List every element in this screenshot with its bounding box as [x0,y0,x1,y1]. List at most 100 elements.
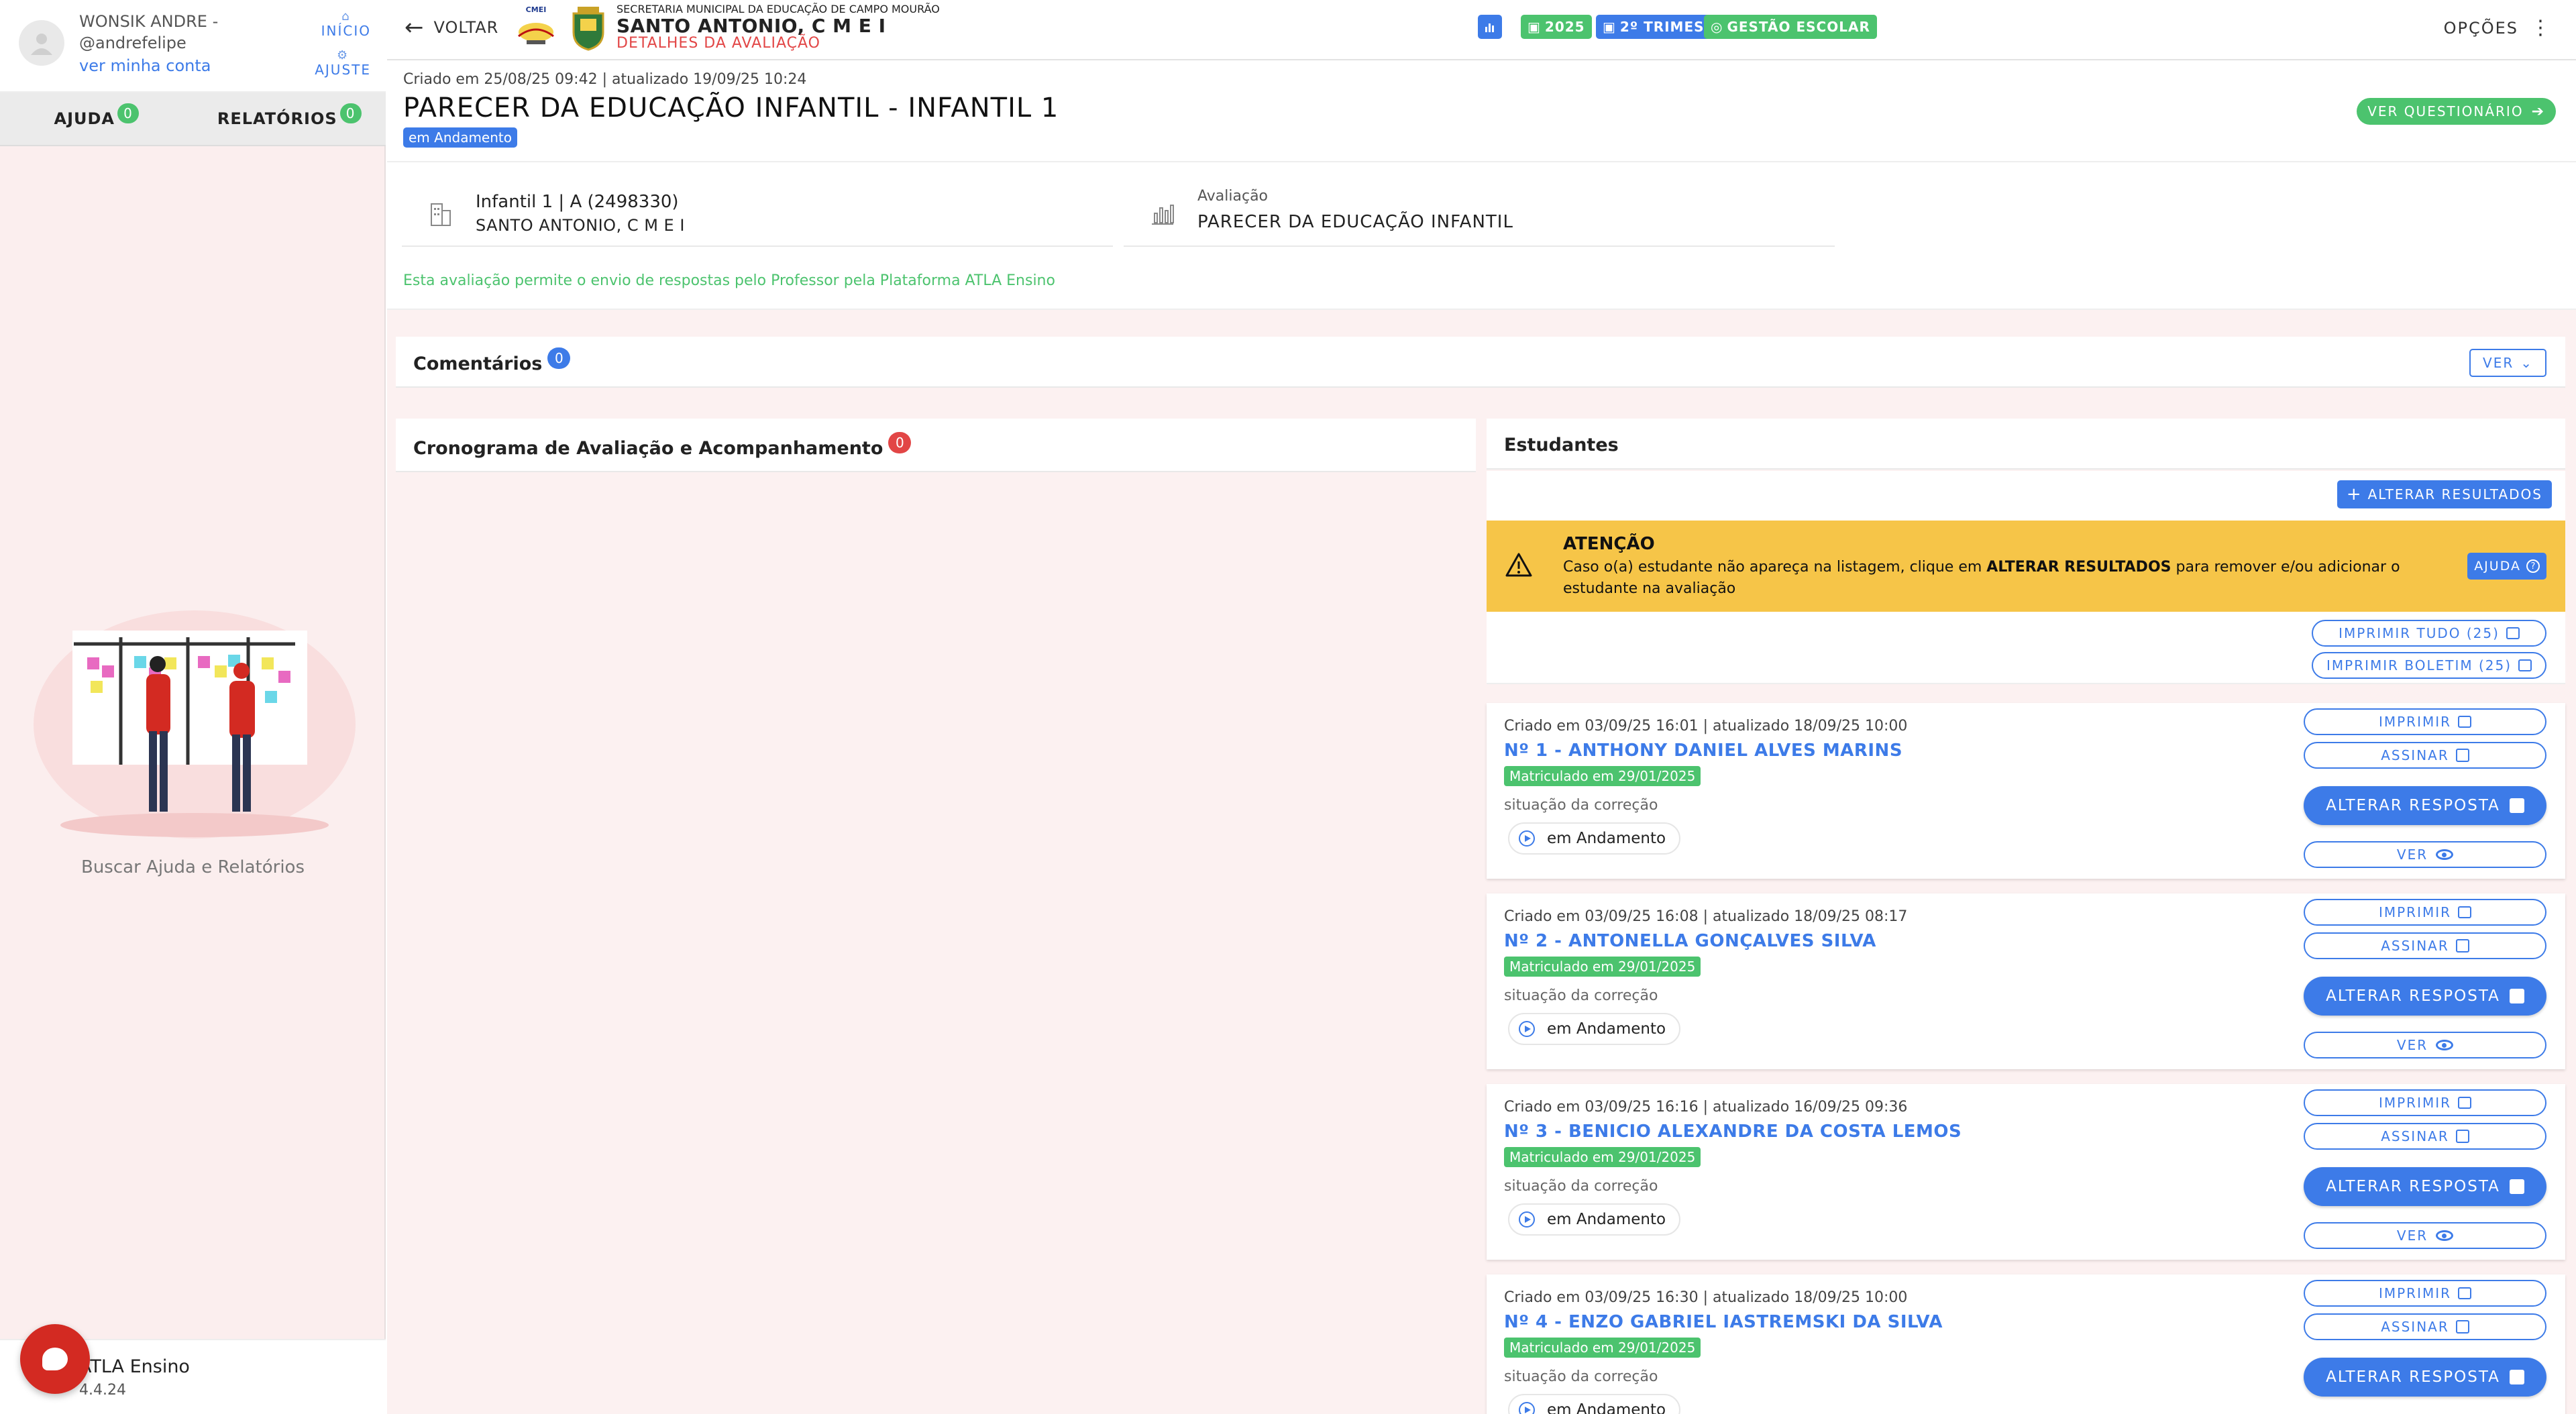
view-student-button[interactable]: VER [2304,1222,2546,1249]
edit-icon [2509,1179,2524,1194]
play-circle-icon [1519,1211,1535,1228]
change-answer-label: ALTERAR RESPOSTA [2326,797,2500,814]
print-report-button[interactable]: IMPRIMIR BOLETIM (25) [2312,652,2546,679]
printer-icon [2458,906,2472,918]
attention-alert: ATENÇÃO Caso o(a) estudante não apareça … [1487,521,2565,612]
chat-icon [42,1348,68,1370]
tab-ajuda[interactable]: AJUDA 0 [0,93,193,145]
eye-icon [2436,1040,2454,1050]
calendar-icon: ▣ [1603,19,1616,35]
plus-icon: + [2346,484,2363,504]
schedule-count: 0 [888,432,912,453]
change-answer-button[interactable]: ALTERAR RESPOSTA [2304,977,2546,1016]
student-name[interactable]: Nº 2 - ANTONELLA GONÇALVES SILVA [1504,931,1876,951]
edit-icon [2509,798,2524,813]
change-answer-button[interactable]: ALTERAR RESPOSTA [2304,786,2546,825]
gestao-chip[interactable]: ◎ GESTÃO ESCOLAR [1704,15,1877,39]
gestao-chip-label: GESTÃO ESCOLAR [1727,19,1870,35]
avatar[interactable] [19,20,64,66]
sidebar-tabs: AJUDA 0 RELATÓRIOS 0 [0,93,386,146]
correction-status-chip: em Andamento [1508,1203,1681,1236]
schedule-title-label: Cronograma de Avaliação e Acompanhamento [413,437,883,459]
correction-status-text: em Andamento [1547,1211,1666,1228]
view-student-label: VER [2396,1228,2428,1244]
more-vertical-icon: ⋮ [2530,16,2552,40]
back-button[interactable]: ← VOLTAR [405,16,499,39]
secretaria-name: SECRETARIA MUNICIPAL DA EDUCAÇÃO DE CAMP… [616,3,940,15]
back-button-label: VOLTAR [433,18,499,37]
printer-icon [2518,659,2532,671]
class-school: SANTO ANTONIO, C M E I [476,216,685,235]
play-circle-icon [1519,830,1535,847]
change-answer-label: ALTERAR RESPOSTA [2326,987,2500,1005]
sign-button[interactable]: ASSINAR [2304,742,2546,769]
evaluation-info-card: Avaliação PARECER DA EDUCAÇÃO INFANTIL [1124,177,1835,247]
view-comments-button[interactable]: VER ⌄ [2469,349,2546,377]
sign-button[interactable]: ASSINAR [2304,932,2546,959]
student-name[interactable]: Nº 3 - BENICIO ALEXANDRE DA COSTA LEMOS [1504,1122,1962,1142]
change-results-label: ALTERAR RESULTADOS [2367,486,2542,502]
print-all-button[interactable]: IMPRIMIR TUDO (25) [2312,620,2546,647]
view-questionnaire-button[interactable]: VER QUESTIONÁRIO ➔ [2357,98,2556,125]
sign-label: ASSINAR [2381,747,2449,763]
options-menu[interactable]: OPÇÕES ⋮ [2443,16,2552,40]
view-student-button[interactable]: VER [2304,841,2546,868]
home-icon: ⌂ [341,9,351,23]
page-title: PARECER DA EDUCAÇÃO INFANTIL - INFANTIL … [403,93,1059,123]
tab-ajuda-label: AJUDA [54,109,115,128]
chart-chip[interactable] [1478,15,1502,39]
help-button-label: AJUDA [2474,559,2521,574]
change-answer-label: ALTERAR RESPOSTA [2326,1368,2500,1386]
edit-icon [2509,1370,2524,1384]
print-student-button[interactable]: IMPRIMIR [2304,899,2546,926]
change-answer-button[interactable]: ALTERAR RESPOSTA [2304,1358,2546,1397]
change-results-button[interactable]: + ALTERAR RESULTADOS [2337,480,2552,508]
correction-status-text: em Andamento [1547,830,1666,847]
printer-icon [2506,627,2520,639]
settings-link-label: AJUSTE [315,62,371,78]
attention-title: ATENÇÃO [1563,534,1655,554]
sign-label: ASSINAR [2381,1319,2449,1335]
settings-link[interactable]: ⚙ AJUSTE [315,50,371,78]
tab-ajuda-count: 0 [117,103,139,123]
student-card: Criado em 03/09/25 16:01 | atualizado 18… [1487,703,2565,879]
correction-status-label: situação da correção [1504,797,1658,814]
student-name[interactable]: Nº 4 - ENZO GABRIEL IASTREMSKI DA SILVA [1504,1312,1943,1332]
print-all-label: IMPRIMIR TUDO (25) [2339,625,2500,641]
students-header: Estudantes [1487,419,2565,470]
print-student-button[interactable]: IMPRIMIR [2304,1089,2546,1116]
evaluation-name: PARECER DA EDUCAÇÃO INFANTIL [1197,212,1513,232]
student-name[interactable]: Nº 1 - ANTHONY DANIEL ALVES MARINS [1504,741,1902,761]
help-button[interactable]: AJUDA ? [2467,553,2546,580]
home-link[interactable]: ⌂ INÍCIO [321,9,371,40]
student-card: Criado em 03/09/25 16:16 | atualizado 16… [1487,1084,2565,1260]
edit-icon [2455,1130,2469,1143]
play-circle-icon [1519,1402,1535,1414]
year-chip[interactable]: ▣ 2025 [1521,15,1592,39]
view-student-button[interactable]: VER [2304,1032,2546,1058]
sign-button[interactable]: ASSINAR [2304,1123,2546,1150]
student-dates: Criado em 03/09/25 16:30 | atualizado 18… [1504,1289,1908,1306]
print-student-button[interactable]: IMPRIMIR [2304,1280,2546,1307]
chat-button[interactable] [20,1324,90,1394]
options-label: OPÇÕES [2443,19,2518,38]
sign-button[interactable]: ASSINAR [2304,1313,2546,1340]
app-name: ATLA Ensino [79,1356,190,1377]
tab-relatorios[interactable]: RELATÓRIOS 0 [193,93,386,145]
student-card: Criado em 03/09/25 16:30 | atualizado 18… [1487,1274,2565,1414]
page-subtitle: DETALHES DA AVALIAÇÃO [616,35,820,52]
student-dates: Criado em 03/09/25 16:01 | atualizado 18… [1504,718,1908,735]
calendar-icon: ▣ [1527,19,1541,35]
edit-icon [2455,749,2469,762]
account-link[interactable]: ver minha conta [79,56,211,75]
edit-icon [2455,939,2469,953]
print-student-button[interactable]: IMPRIMIR [2304,708,2546,735]
change-answer-button[interactable]: ALTERAR RESPOSTA [2304,1167,2546,1206]
correction-status-chip: em Andamento [1508,1013,1681,1045]
comments-card: Comentários 0 VER ⌄ [396,337,2565,388]
chart-icon [1152,205,1174,225]
attention-text-bold: ALTERAR RESULTADOS [1986,559,2171,576]
student-dates: Criado em 03/09/25 16:08 | atualizado 18… [1504,908,1908,925]
tab-relatorios-label: RELATÓRIOS [217,109,337,128]
print-report-label: IMPRIMIR BOLETIM (25) [2326,657,2512,673]
